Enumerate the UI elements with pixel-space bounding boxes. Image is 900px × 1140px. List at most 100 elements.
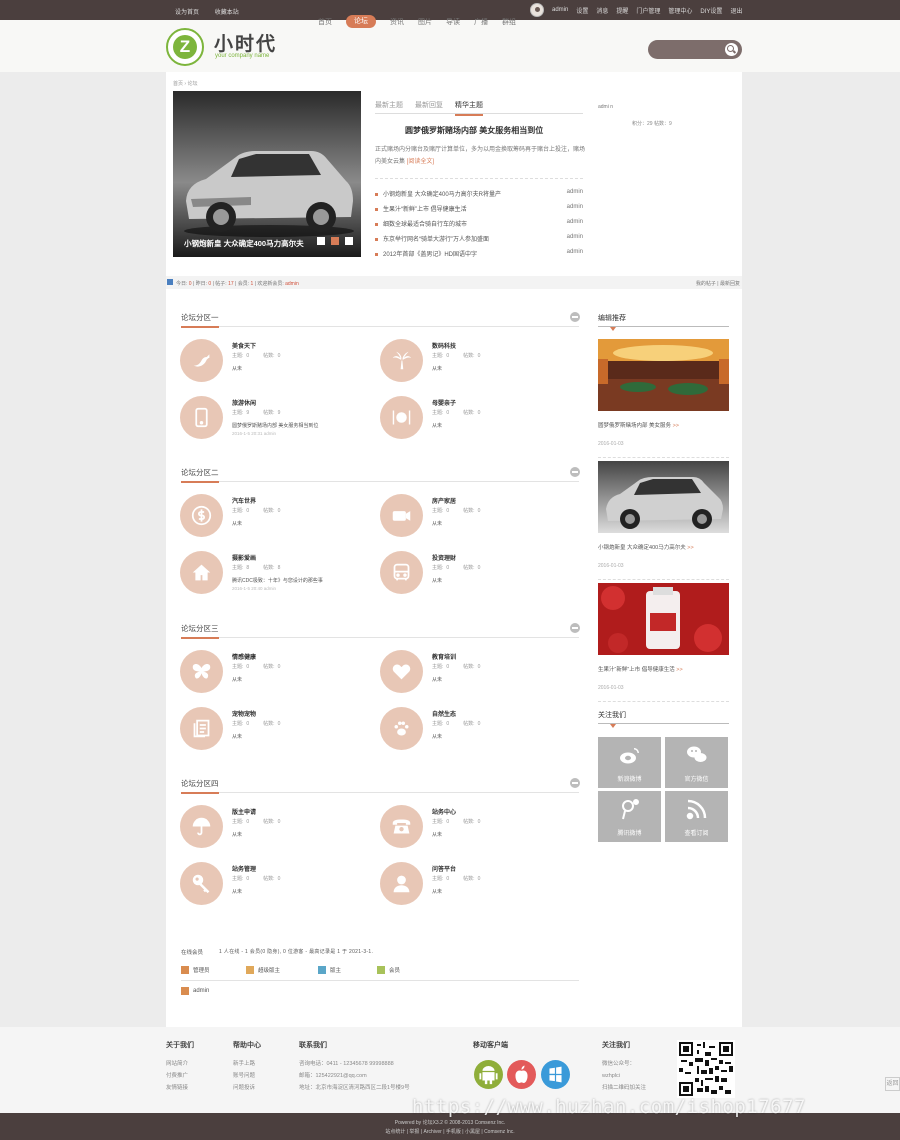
camera-icon[interactable] [380, 494, 423, 537]
slide-dot-1[interactable] [317, 237, 325, 245]
forum-item[interactable]: 站务管理 主题: 0 帖数: 0 从未 [180, 862, 350, 910]
heart-icon[interactable] [380, 650, 423, 693]
forum-item[interactable]: 房产家居 主题: 0 帖数: 0 从未 [380, 494, 550, 542]
car-thumb-image[interactable] [598, 461, 729, 533]
slide-caption[interactable]: 小钢炮新皇 大众确定400马力高尔夫 [184, 238, 304, 249]
forum-item[interactable]: 母婴亲子 主题: 0 帖数: 0 从未 [380, 396, 550, 444]
dollar-icon[interactable] [180, 494, 223, 537]
notifications-link[interactable]: 提醒 [616, 6, 628, 15]
weibo-button[interactable]: 新浪微博 [598, 737, 661, 788]
forum-name[interactable]: 自然生态 [432, 709, 456, 718]
portal-admin-link[interactable]: 门户管理 [636, 6, 660, 15]
collapse-icon[interactable] [570, 778, 580, 788]
news-author[interactable]: admin [567, 234, 583, 240]
recommend-caption[interactable]: 圆梦俄罗斯赌场内部 美女服务 [598, 423, 671, 429]
recommend-item[interactable]: 生果汁“新鲜”上市 倡导健康生活 >> 2016-01-03 [598, 583, 729, 702]
admin-center-link[interactable]: 管理中心 [668, 6, 692, 15]
user-icon[interactable] [380, 862, 423, 905]
forum-item[interactable]: 自然生态 主题: 0 帖数: 0 从未 [380, 707, 550, 755]
nav-broadcast[interactable]: 广播 [474, 17, 488, 28]
recommend-caption[interactable]: 小钢炮新皇 大众确定400马力高尔夫 [598, 545, 686, 551]
forum-name[interactable]: 数码科技 [432, 341, 456, 350]
settings-link[interactable]: 设置 [576, 6, 588, 15]
new-member-link[interactable]: admin [285, 281, 299, 287]
news-author[interactable]: admin [567, 204, 583, 210]
forum-item[interactable]: 美食天下 主题: 0 帖数: 0 从未 [180, 339, 350, 387]
news-item[interactable]: 东京举行网名“骑单大游行”万人参加盛面 admin [375, 234, 583, 243]
diy-settings-link[interactable]: DIY设置 [700, 6, 722, 15]
forum-item[interactable]: 投资理财 主题: 0 帖数: 0 从未 [380, 551, 550, 599]
bus-icon[interactable] [380, 551, 423, 594]
dining-icon[interactable] [380, 396, 423, 439]
recommend-item[interactable]: 圆梦俄罗斯赌场内部 美女服务 >> 2016-01-03 [598, 339, 729, 458]
umbrella-icon[interactable] [180, 805, 223, 848]
forum-item[interactable]: 教育培训 主题: 0 帖数: 0 从未 [380, 650, 550, 698]
paw-icon[interactable] [380, 707, 423, 750]
my-posts-link[interactable]: 我的帖子 [696, 281, 716, 287]
forum-item[interactable]: 情感健康 主题: 0 帖数: 0 从未 [180, 650, 350, 698]
recommend-item[interactable]: 小钢炮新皇 大众确定400马力高尔夫 >> 2016-01-03 [598, 461, 729, 580]
footer-link[interactable]: 网站简介 [166, 1058, 194, 1070]
news-author[interactable]: admin [567, 249, 583, 255]
messages-link[interactable]: 消息 [596, 6, 608, 15]
news-title[interactable]: 细数全球最适合骑自行车的城市 [383, 222, 467, 228]
forum-item[interactable]: 数码科技 主题: 0 帖数: 0 从未 [380, 339, 550, 387]
featured-title[interactable]: 圆梦俄罗斯赌场内部 美女服务相当到位 [405, 125, 543, 136]
collapse-icon[interactable] [570, 467, 580, 477]
online-user[interactable]: admin [181, 987, 209, 995]
search-icon[interactable] [725, 43, 738, 56]
footer-link[interactable]: 付费推广 [166, 1070, 194, 1082]
key-icon[interactable] [180, 862, 223, 905]
nav-home[interactable]: 首页 [318, 17, 332, 28]
forum-name[interactable]: 站务管理 [232, 864, 256, 873]
forum-item[interactable]: 摄影爱画 主题: 8 帖数: 8 腾讯CDC极致：十年》与您设计的那些事 2016-1… [180, 551, 350, 599]
nav-forum[interactable]: 论坛 [346, 15, 376, 28]
butterfly-icon[interactable] [180, 650, 223, 693]
online-username[interactable]: admin [193, 988, 209, 994]
document-icon[interactable] [180, 707, 223, 750]
bird-icon[interactable] [180, 339, 223, 382]
forum-item[interactable]: 宠物宠物 主题: 0 帖数: 0 从未 [180, 707, 350, 755]
forum-name[interactable]: 旅游休闲 [232, 398, 256, 407]
read-more-link[interactable]: [阅读全文] [407, 159, 434, 165]
latest-replies-link[interactable]: 最新回复 [720, 281, 740, 287]
news-item[interactable]: 小钢炮新皇 大众确定400马力高尔夫R将量产 admin [375, 189, 583, 198]
forum-item[interactable]: 旅游休闲 主题: 9 帖数: 9 圆梦俄罗斯赌场内部 美女服务相当到位 2016-1-… [180, 396, 350, 444]
palm-tree-icon[interactable] [380, 339, 423, 382]
news-item[interactable]: 生果汁“新鲜”上市 倡导健康生活 admin [375, 204, 583, 213]
forum-item[interactable]: 问答平台 主题: 0 帖数: 0 从未 [380, 862, 550, 910]
news-title[interactable]: 2012年首部《盖男记》HD国语中字 [383, 252, 477, 258]
forum-item[interactable]: 站务中心 主题: 0 帖数: 0 从未 [380, 805, 550, 853]
more-arrow[interactable]: >> [676, 667, 682, 673]
collapse-icon[interactable] [570, 623, 580, 633]
logout-link[interactable]: 退出 [730, 6, 742, 15]
forum-name[interactable]: 版主申请 [232, 807, 256, 816]
section-title[interactable]: 论坛分区二 [181, 467, 219, 478]
forum-name[interactable]: 摄影爱画 [232, 553, 256, 562]
forum-name[interactable]: 问答平台 [432, 864, 456, 873]
forum-name[interactable]: 宠物宠物 [232, 709, 256, 718]
more-arrow[interactable]: >> [687, 545, 693, 551]
home-icon[interactable] [180, 551, 223, 594]
android-icon[interactable] [474, 1060, 503, 1089]
rss-button[interactable]: 查看订阅 [665, 791, 728, 842]
section-title[interactable]: 论坛分区三 [181, 623, 219, 634]
recommend-caption[interactable]: 生果汁“新鲜”上市 倡导健康生活 [598, 667, 675, 673]
news-title[interactable]: 生果汁“新鲜”上市 倡导健康生活 [383, 207, 467, 213]
section-title[interactable]: 论坛分区四 [181, 778, 219, 789]
news-item[interactable]: 2012年首部《盖男记》HD国语中字 admin [375, 249, 583, 258]
footer-link[interactable]: 问题投诉 [233, 1082, 261, 1094]
forum-item[interactable]: 汽车世界 主题: 0 帖数: 0 从未 [180, 494, 350, 542]
set-homepage-link[interactable]: 设为首页 [175, 10, 199, 16]
avatar[interactable] [530, 3, 544, 17]
phone-icon[interactable] [380, 805, 423, 848]
juice-image[interactable] [598, 583, 729, 655]
news-title[interactable]: 小钢炮新皇 大众确定400马力高尔夫R将量产 [383, 192, 501, 198]
section-title[interactable]: 论坛分区一 [181, 312, 219, 323]
tablet-icon[interactable] [180, 396, 223, 439]
search-input[interactable] [648, 40, 742, 59]
user-avatar-broken[interactable]: admi n [598, 104, 613, 111]
nav-groups[interactable]: 群组 [502, 17, 516, 28]
forum-name[interactable]: 房产家居 [432, 496, 456, 505]
news-title[interactable]: 东京举行网名“骑单大游行”万人参加盛面 [383, 237, 489, 243]
